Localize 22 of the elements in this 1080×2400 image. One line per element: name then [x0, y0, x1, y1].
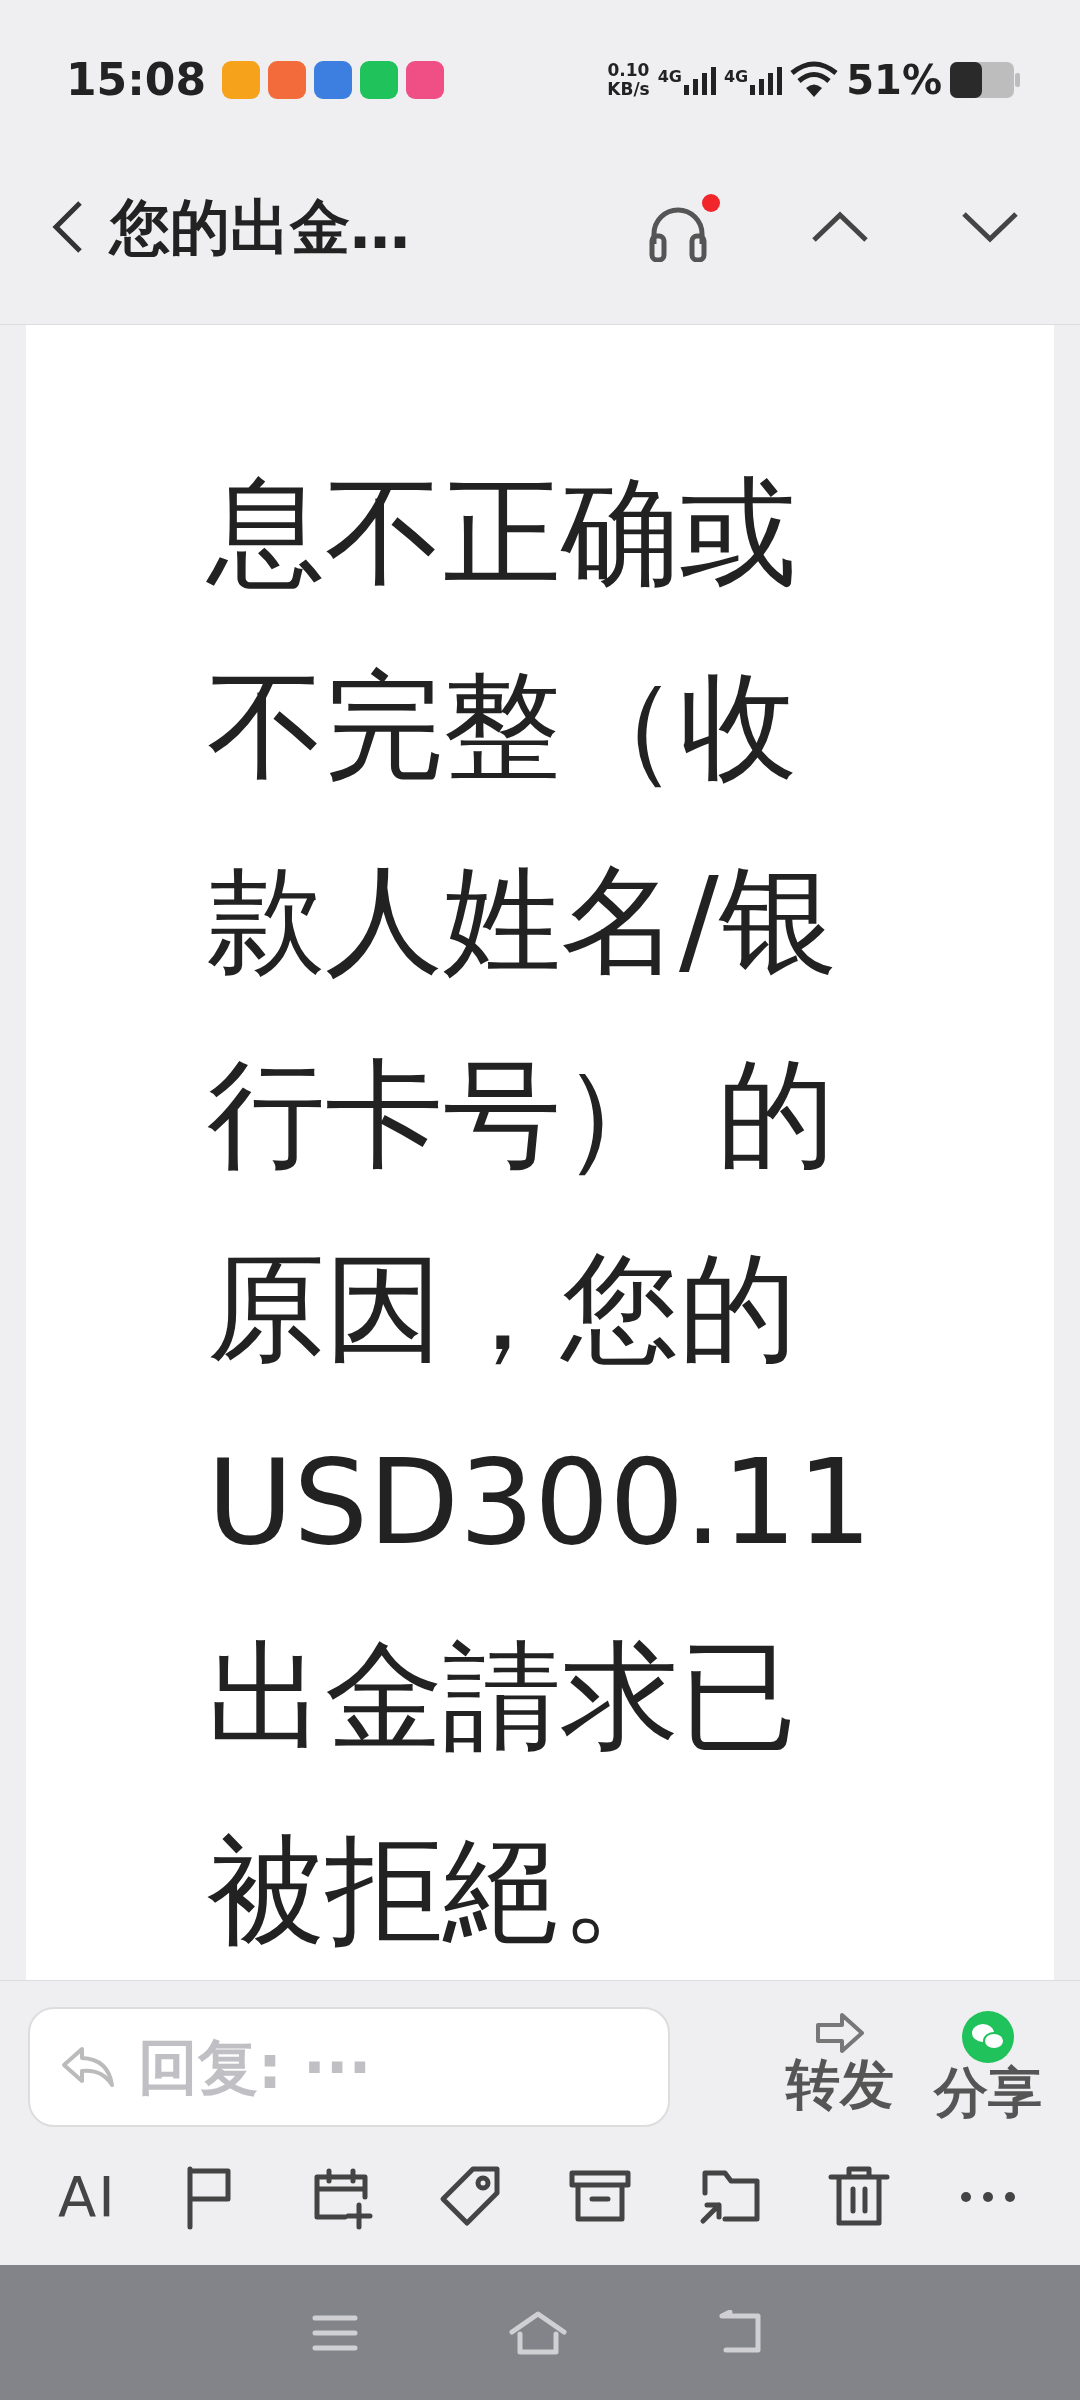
listen-button[interactable] [648, 192, 720, 262]
network-type: 4G [724, 66, 749, 88]
share-button[interactable]: 分享 [934, 2011, 1042, 2123]
reply-field[interactable]: 回复: ··· [28, 2007, 670, 2127]
network-speed: 0.10 [607, 61, 650, 80]
message-text: 息不正确或 不完整（收 款人姓名/银 行卡号） 的 原因，您的 USD300.11 出金請求已 被拒絕。 [207, 462, 874, 1961]
reply-arrow-icon [60, 2045, 116, 2089]
email-subject-title: 您的出金… [110, 191, 410, 264]
network-type: 4G [657, 66, 682, 88]
signal-icon [682, 65, 716, 95]
signal-icon [748, 65, 783, 95]
battery-icon [950, 60, 1020, 100]
chat-bubbles-icon [962, 2011, 1014, 2064]
wifi-icon [790, 61, 839, 99]
ai-button[interactable]: AI [58, 2155, 117, 2239]
previous-button[interactable] [810, 210, 870, 244]
battery-percent: 51% [846, 56, 942, 105]
speed-unit: KB/s [607, 80, 650, 99]
next-button[interactable] [960, 210, 1020, 244]
forward-button[interactable]: 转发 [786, 2011, 894, 2123]
arrow-icon [814, 2011, 866, 2056]
clock: 15:08 [66, 53, 207, 107]
